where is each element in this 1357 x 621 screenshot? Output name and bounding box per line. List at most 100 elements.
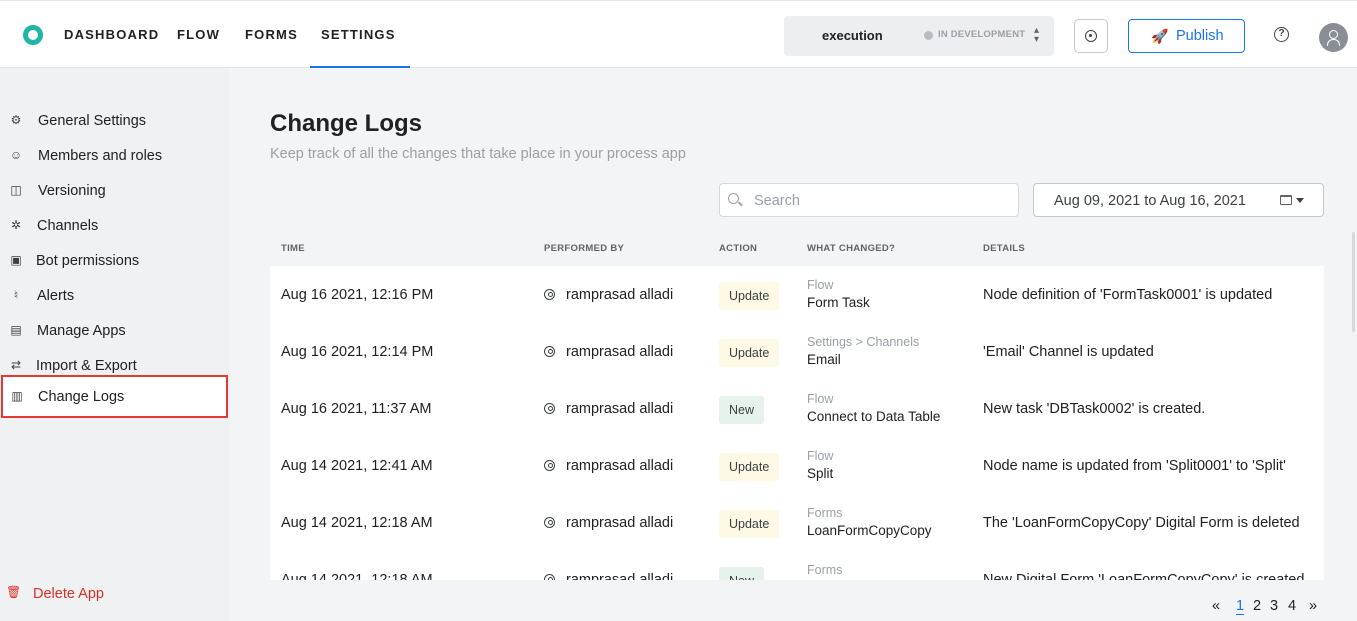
- page-title: Change Logs: [270, 110, 423, 137]
- table-row[interactable]: Aug 16 2021, 11:37 AM ramprasad alladi N…: [270, 380, 1324, 437]
- column-header-time[interactable]: TIME: [281, 243, 305, 254]
- first-page-icon[interactable]: «: [1212, 598, 1220, 614]
- status-dot-icon: [924, 31, 933, 40]
- user-icon: [544, 517, 555, 528]
- change-category: Settings > Channels: [807, 335, 920, 349]
- chevron-up-down-icon: ▴ ▾: [1034, 25, 1040, 45]
- nav-forms[interactable]: FORMS: [245, 1, 298, 68]
- publish-button[interactable]: 🚀 Publish: [1128, 19, 1245, 53]
- action-badge: New: [719, 396, 765, 424]
- sidebar-item-change-logs[interactable]: ▥ Change Logs: [1, 375, 228, 418]
- alert-icon: ♮: [13, 288, 19, 302]
- what-changed-cell: Forms: [807, 563, 842, 580]
- environment-name: execution: [822, 28, 883, 43]
- column-header-details[interactable]: DETAILS: [983, 243, 1025, 254]
- sidebar-item-general-settings[interactable]: ⚙ General Settings: [0, 106, 230, 136]
- table-row[interactable]: Aug 16 2021, 12:14 PM ramprasad alladi U…: [270, 323, 1324, 380]
- change-logs-icon: ▥: [11, 389, 23, 403]
- delete-app-label: Delete App: [33, 586, 104, 602]
- publish-label: Publish: [1176, 28, 1224, 44]
- nav-flow[interactable]: FLOW: [177, 1, 220, 68]
- time-cell: Aug 16 2021, 12:16 PM: [281, 287, 434, 303]
- table-row[interactable]: Aug 14 2021, 12:41 AM ramprasad alladi U…: [270, 437, 1324, 494]
- nav-settings[interactable]: SETTINGS: [310, 1, 410, 68]
- page-2[interactable]: 2: [1253, 598, 1261, 614]
- page-3[interactable]: 3: [1270, 598, 1278, 614]
- user-icon: [544, 574, 555, 580]
- page-1[interactable]: 1: [1236, 598, 1245, 615]
- environment-status: IN DEVELOPMENT: [938, 29, 1026, 40]
- delete-app-button[interactable]: 🗑 Delete App: [0, 584, 200, 606]
- action-badge: Update: [719, 282, 780, 310]
- sidebar-item-members-and-roles[interactable]: ☺ Members and roles: [0, 141, 230, 171]
- channels-icon: ✲: [10, 218, 22, 232]
- action-badge: Update: [719, 510, 780, 538]
- sidebar-item-manage-apps[interactable]: ▤ Manage Apps: [0, 316, 230, 346]
- sidebar-item-label: Versioning: [38, 183, 106, 199]
- sidebar-item-label: Alerts: [37, 288, 75, 304]
- action-badge: Update: [719, 453, 780, 481]
- what-changed-cell: Flow Split: [807, 449, 833, 481]
- user-icon: [544, 289, 555, 300]
- user-name: ramprasad alladi: [566, 287, 674, 303]
- column-header-what-changed[interactable]: WHAT CHANGED?: [807, 243, 895, 254]
- action-badge: New: [719, 567, 765, 580]
- trash-icon: 🗑: [6, 585, 22, 599]
- what-changed-cell: Settings > Channels Email: [807, 335, 919, 367]
- details-cell: Node definition of 'FormTask0001' is upd…: [983, 287, 1273, 303]
- import-export-icon: ⇄: [10, 358, 22, 372]
- gear-icon: ⚙: [10, 113, 22, 127]
- apk-icon: ▤: [10, 323, 22, 337]
- page-4[interactable]: 4: [1288, 598, 1296, 614]
- nav-dashboard[interactable]: DASHBOARD: [64, 1, 159, 68]
- search-input[interactable]: [754, 190, 1004, 212]
- sidebar-item-bot-permissions[interactable]: ▣ Bot permissions: [0, 246, 230, 276]
- environment-selector[interactable]: execution IN DEVELOPMENT ▴ ▾: [784, 16, 1054, 56]
- what-changed-cell: Flow Connect to Data Table: [807, 392, 940, 424]
- last-page-icon[interactable]: »: [1309, 598, 1317, 614]
- rocket-icon: 🚀: [1151, 28, 1169, 44]
- user-name: ramprasad alladi: [566, 344, 674, 360]
- date-range-picker[interactable]: Aug 09, 2021 to Aug 16, 2021: [1033, 183, 1324, 217]
- change-category: Forms: [807, 563, 843, 577]
- calendar-icon: [1280, 195, 1292, 205]
- sidebar-item-label: Bot permissions: [36, 253, 140, 269]
- details-cell: Node name is updated from 'Split0001' to…: [983, 458, 1286, 474]
- user-name: ramprasad alladi: [566, 401, 674, 417]
- sidebar-item-versioning[interactable]: ◫ Versioning: [0, 176, 230, 206]
- column-header-action[interactable]: ACTION: [719, 243, 757, 254]
- column-header-performed-by[interactable]: PERFORMED BY: [544, 243, 624, 254]
- table-row[interactable]: Aug 14 2021, 12:18 AM ramprasad alladi U…: [270, 494, 1324, 551]
- action-badge: Update: [719, 339, 780, 367]
- avatar[interactable]: [1319, 23, 1348, 52]
- user-icon: [544, 403, 555, 414]
- time-cell: Aug 14 2021, 12:41 AM: [281, 458, 433, 474]
- change-category: Forms: [807, 506, 843, 520]
- change-item: Split: [807, 466, 834, 481]
- table-row[interactable]: Aug 14 2021, 12:18 AM ramprasad alladi N…: [270, 551, 1324, 580]
- user-icon: [544, 460, 555, 471]
- preview-button[interactable]: [1074, 19, 1108, 53]
- sidebar-item-label: Import & Export: [36, 358, 137, 374]
- user-circle-icon: ☺: [9, 148, 23, 162]
- what-changed-cell: Flow Form Task: [807, 278, 870, 310]
- sidebar-item-alerts[interactable]: ♮ Alerts: [0, 281, 230, 311]
- table-row[interactable]: Aug 16 2021, 12:16 PM ramprasad alladi U…: [270, 266, 1324, 323]
- change-log-table: Aug 16 2021, 12:16 PM ramprasad alladi U…: [270, 266, 1324, 580]
- help-icon[interactable]: ?: [1274, 27, 1289, 42]
- page-scrollbar[interactable]: [1352, 232, 1355, 332]
- details-cell: New Digital Form 'LoanFormCopyCopy' is c…: [983, 572, 1305, 580]
- details-cell: The 'LoanFormCopyCopy' Digital Form is d…: [983, 515, 1300, 531]
- search-box[interactable]: [719, 183, 1019, 217]
- user-name: ramprasad alladi: [566, 458, 674, 474]
- bot-icon: ▣: [10, 253, 22, 267]
- sidebar-item-label: Change Logs: [38, 389, 125, 405]
- sidebar-item-channels[interactable]: ✲ Channels: [0, 211, 230, 241]
- change-category: Flow: [807, 392, 834, 406]
- sidebar-item-label: Channels: [37, 218, 99, 234]
- app-logo[interactable]: [23, 25, 43, 45]
- sidebar-item-label: Members and roles: [38, 148, 163, 164]
- versioning-icon: ◫: [10, 183, 22, 197]
- change-item: Form Task: [807, 295, 870, 310]
- search-icon: [728, 193, 739, 204]
